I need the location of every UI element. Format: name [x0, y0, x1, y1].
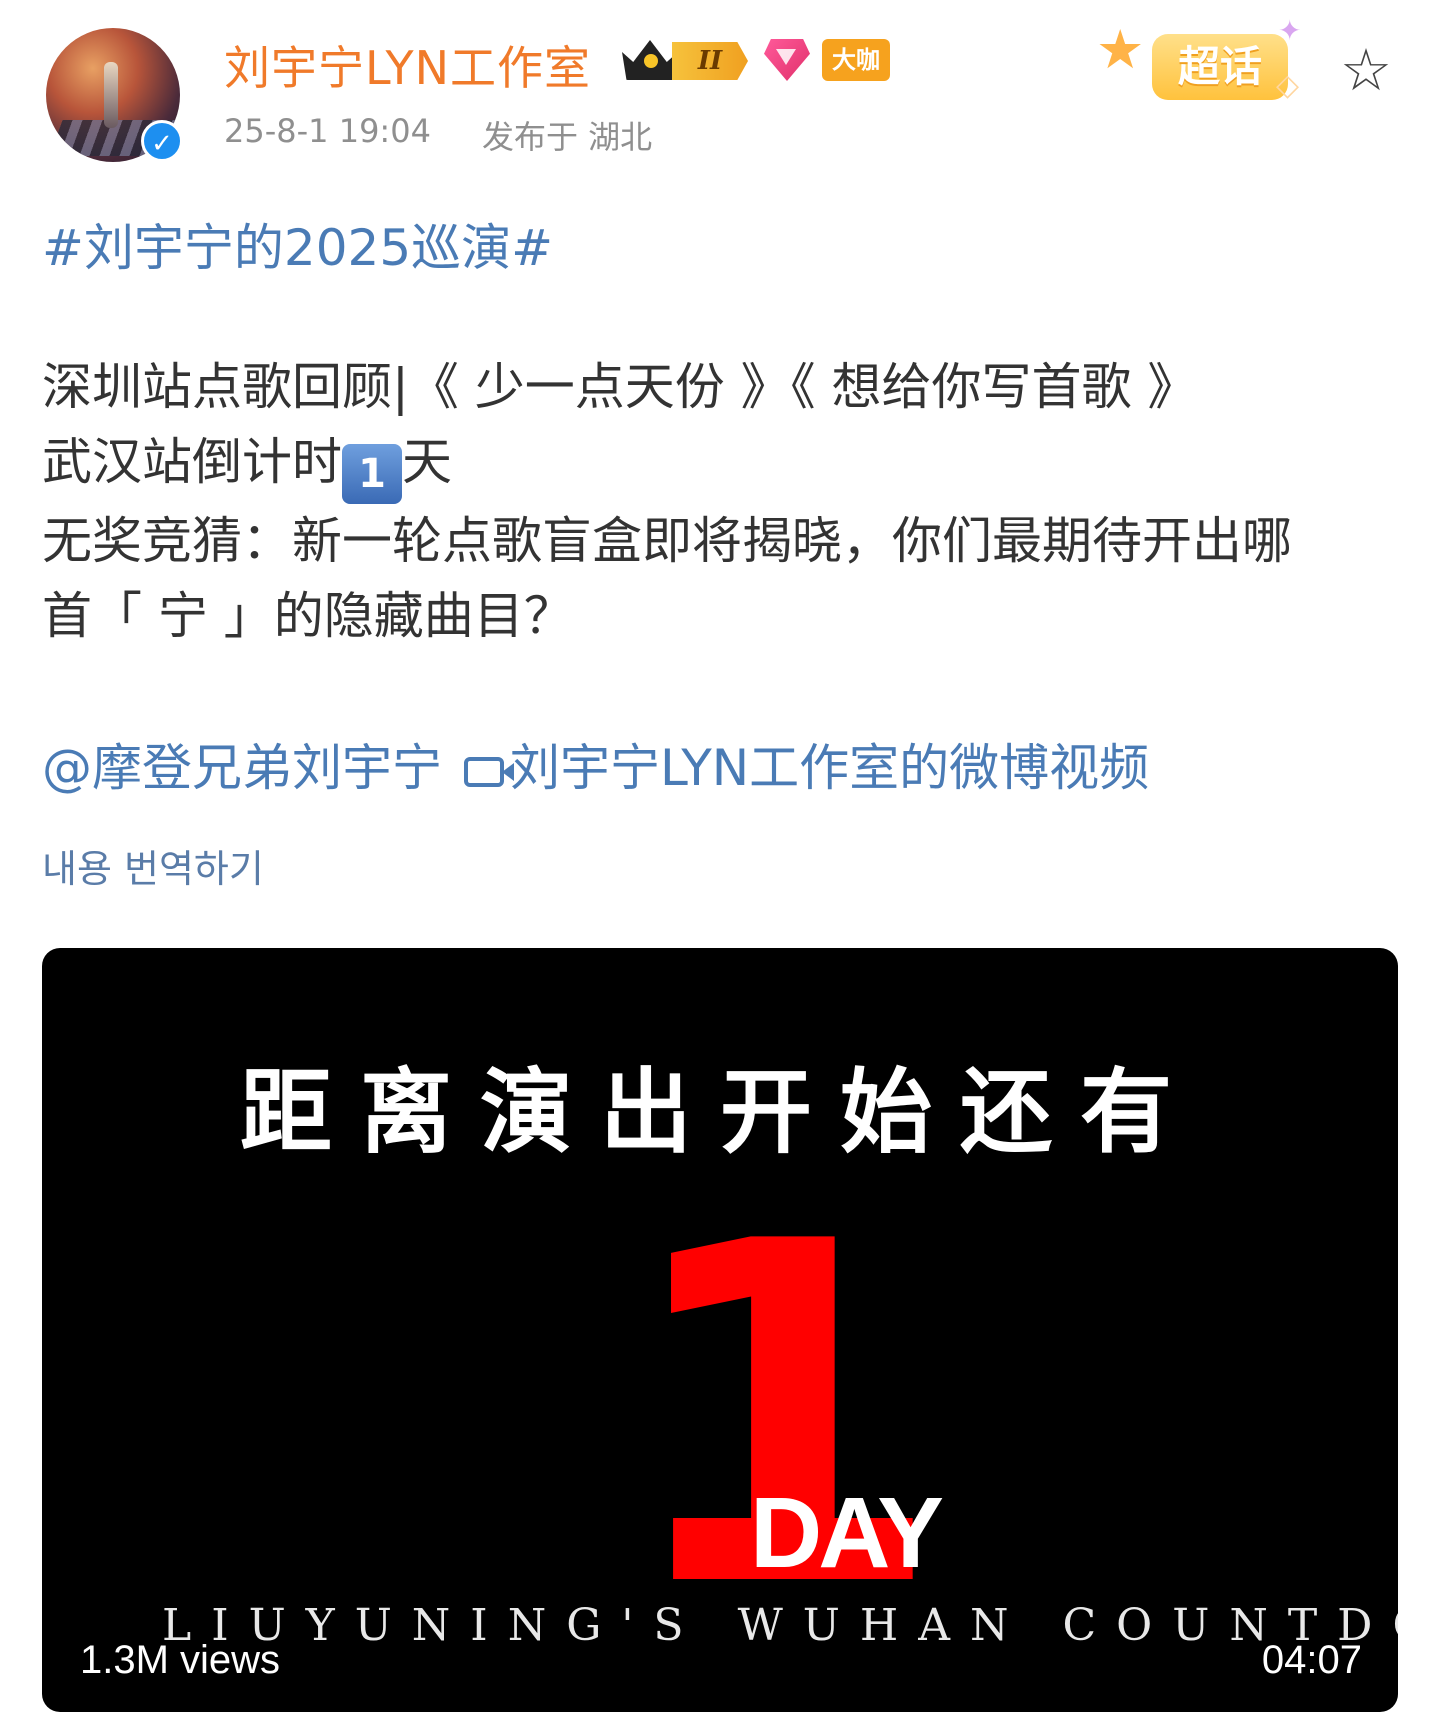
video-duration: 04:07: [1261, 1638, 1362, 1682]
translate-link[interactable]: 내용 번역하기: [42, 838, 264, 893]
body-line: 首「 宁 」的隐藏曲目？: [42, 587, 574, 645]
supertopic-label: 超话: [1152, 34, 1288, 100]
mention-link[interactable]: @摩登兄弟刘宇宁: [42, 739, 442, 797]
author-name[interactable]: 刘宇宁LYN工作室: [224, 32, 591, 98]
favorite-star-icon[interactable]: ☆: [1336, 40, 1396, 100]
body-line: 深圳站点歌回顾|《 少一点天份 》《 想给你写首歌 》: [42, 358, 1198, 416]
body-line: 武汉站倒计时 1 天: [42, 425, 1402, 504]
daka-badge[interactable]: 大咖: [822, 39, 890, 81]
avatar-figure: [104, 62, 118, 128]
body-line: 无奖竞猜：新一轮点歌盲盒即将揭晓，你们最期待开出哪: [42, 512, 1292, 570]
mention-row: @摩登兄弟刘宇宁 刘宇宁LYN工作室的微博视频: [42, 728, 1149, 800]
body-text-segment: 天: [402, 433, 452, 491]
sparkle-star-icon: ★: [1096, 18, 1145, 81]
diamond-icon: ◇: [1276, 68, 1300, 103]
sparkle-icon: ✦: [1278, 14, 1302, 47]
hashtag-link[interactable]: #刘宇宁的2025巡演#: [42, 208, 553, 280]
supertopic-button[interactable]: ★ 超话 ✦ ◇: [1096, 14, 1326, 110]
post-location: 发布于 湖北: [482, 118, 653, 156]
crown-jewel-icon: [644, 54, 658, 68]
body-text-segment: 武汉站倒计时: [42, 433, 342, 491]
post-body: 深圳站点歌回顾|《 少一点天份 》《 想给你写首歌 》 武汉站倒计时 1 天 无奖竞…: [42, 350, 1402, 654]
member-level-badge[interactable]: II: [622, 36, 752, 84]
video-camera-icon: [464, 757, 514, 787]
video-player[interactable]: 距离演出开始还有 1 DAY LIUYUNING'S WUHAN COUNTDO…: [42, 948, 1398, 1712]
author-badges: II 大咖: [622, 36, 890, 84]
member-level-label: II: [672, 42, 748, 80]
video-views: 1.3M views: [80, 1638, 281, 1682]
video-link[interactable]: 刘宇宁LYN工作室的微博视频: [510, 739, 1149, 797]
keycap-number-icon: 1: [342, 444, 402, 504]
video-subtitle: LIUYUNING'S WUHAN COUNTDOWN: [162, 1600, 1398, 1651]
gem-badge[interactable]: [762, 37, 812, 83]
post-datetime: 25-8-1 19:04: [224, 112, 431, 150]
countdown-unit: DAY: [750, 1477, 944, 1589]
post-header: ✓ 刘宇宁LYN工作室 II 大咖 25-8-1 19:04 发布于 湖北 ★ …: [0, 0, 1440, 180]
verified-check-icon: ✓: [141, 120, 183, 162]
